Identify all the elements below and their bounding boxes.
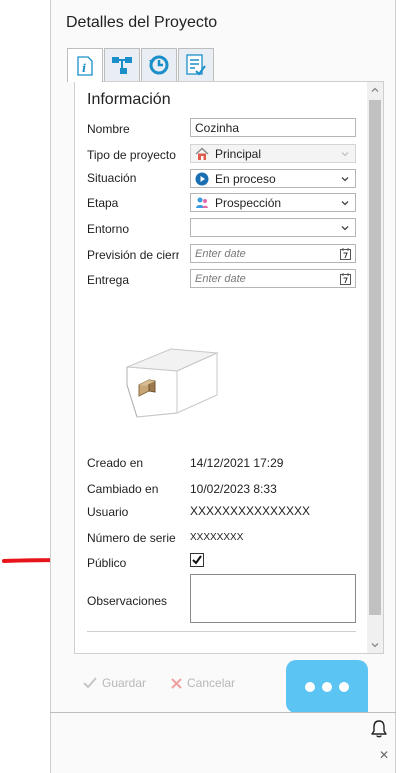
chat-button[interactable] [286,660,368,713]
usuario-value: XXXXXXXXXXXXXXX [190,504,311,518]
room-thumbnail-image [126,348,219,418]
close-icon[interactable]: ✕ [379,748,389,762]
publico-checkbox[interactable] [190,553,204,567]
project-details-panel: Detalles del Proyecto i Información Nomb… [50,0,396,773]
etapa-select[interactable]: Prospección [190,193,356,212]
chevron-down-icon [341,177,349,182]
svg-text:i: i [82,62,86,75]
tipo-proyecto-value: Principal [215,146,262,161]
prevision-cierre-date-input[interactable]: Enter date [190,244,356,263]
chat-dot [339,681,349,692]
tipo-proyecto-select[interactable]: Principal [190,144,356,163]
entorno-select[interactable] [190,218,356,237]
calendar-icon[interactable] [340,273,351,285]
save-button[interactable]: Guardar [83,676,146,690]
prevision-cierre-placeholder: Enter date [195,247,246,260]
play-circle-icon [195,172,209,185]
bottom-divider [50,712,396,713]
tab-structure[interactable] [104,48,140,81]
bell-icon[interactable] [370,719,388,739]
vertical-scrollbar[interactable] [367,82,383,653]
close-icon [171,677,182,689]
nombre-value: Cozinha [195,120,240,135]
info-content-area: Información Nombre Cozinha Tipo de proye… [74,81,384,654]
situacion-label: Situación [87,171,137,185]
checkmark-icon [192,555,202,565]
usuario-label: Usuario [87,505,129,519]
observaciones-textarea[interactable] [190,574,356,623]
cancel-button[interactable]: Cancelar [171,676,235,690]
cambiado-label: Cambiado en [87,482,159,496]
creado-value: 14/12/2021 17:29 [190,456,284,470]
situacion-select[interactable]: En proceso [190,169,356,188]
scrollbar-thumb[interactable] [369,100,381,615]
nombre-input[interactable]: Cozinha [190,118,356,137]
panel-title: Detalles del Proyecto [66,14,218,31]
tab-history[interactable] [141,48,177,81]
checklist-icon [186,54,206,76]
history-icon [149,55,169,75]
chat-dot [305,681,315,692]
save-button-label: Guardar [102,676,147,690]
section-divider [87,631,356,632]
chevron-up-icon[interactable] [370,85,380,95]
etapa-label: Etapa [87,196,119,210]
tipo-proyecto-label: Tipo de proyecto [87,148,176,162]
numero-serie-value: XXXXXXXX [190,532,244,543]
situacion-value: En proceso [215,171,276,186]
prevision-cierre-label: Previsión de cierre [87,248,179,262]
check-icon [83,677,97,689]
entrega-label: Entrega [87,273,130,287]
info-icon: i [77,55,93,76]
users-icon [196,197,208,208]
tab-checklist[interactable] [178,48,214,81]
cancel-button-label: Cancelar [187,676,236,690]
numero-serie-label: Número de serie [87,531,176,545]
entorno-label: Entorno [87,222,130,236]
chat-dot [322,681,332,692]
creado-label: Creado en [87,456,144,470]
chevron-down-icon [341,152,349,157]
chevron-down-icon[interactable] [370,640,380,650]
chevron-down-icon [341,201,349,206]
nombre-label: Nombre [87,122,130,136]
home-icon [195,146,209,160]
calendar-icon[interactable] [340,248,351,260]
publico-label: Público [87,556,127,570]
tab-info[interactable]: i [67,48,103,82]
etapa-value: Prospección [215,195,282,210]
entrega-placeholder: Enter date [195,272,246,285]
entrega-date-input[interactable]: Enter date [190,269,356,288]
hierarchy-icon [112,57,132,74]
chevron-down-icon [341,226,349,231]
section-title: Información [87,91,171,108]
cambiado-value: 10/02/2023 8:33 [190,482,277,496]
observaciones-label: Observaciones [87,594,168,608]
